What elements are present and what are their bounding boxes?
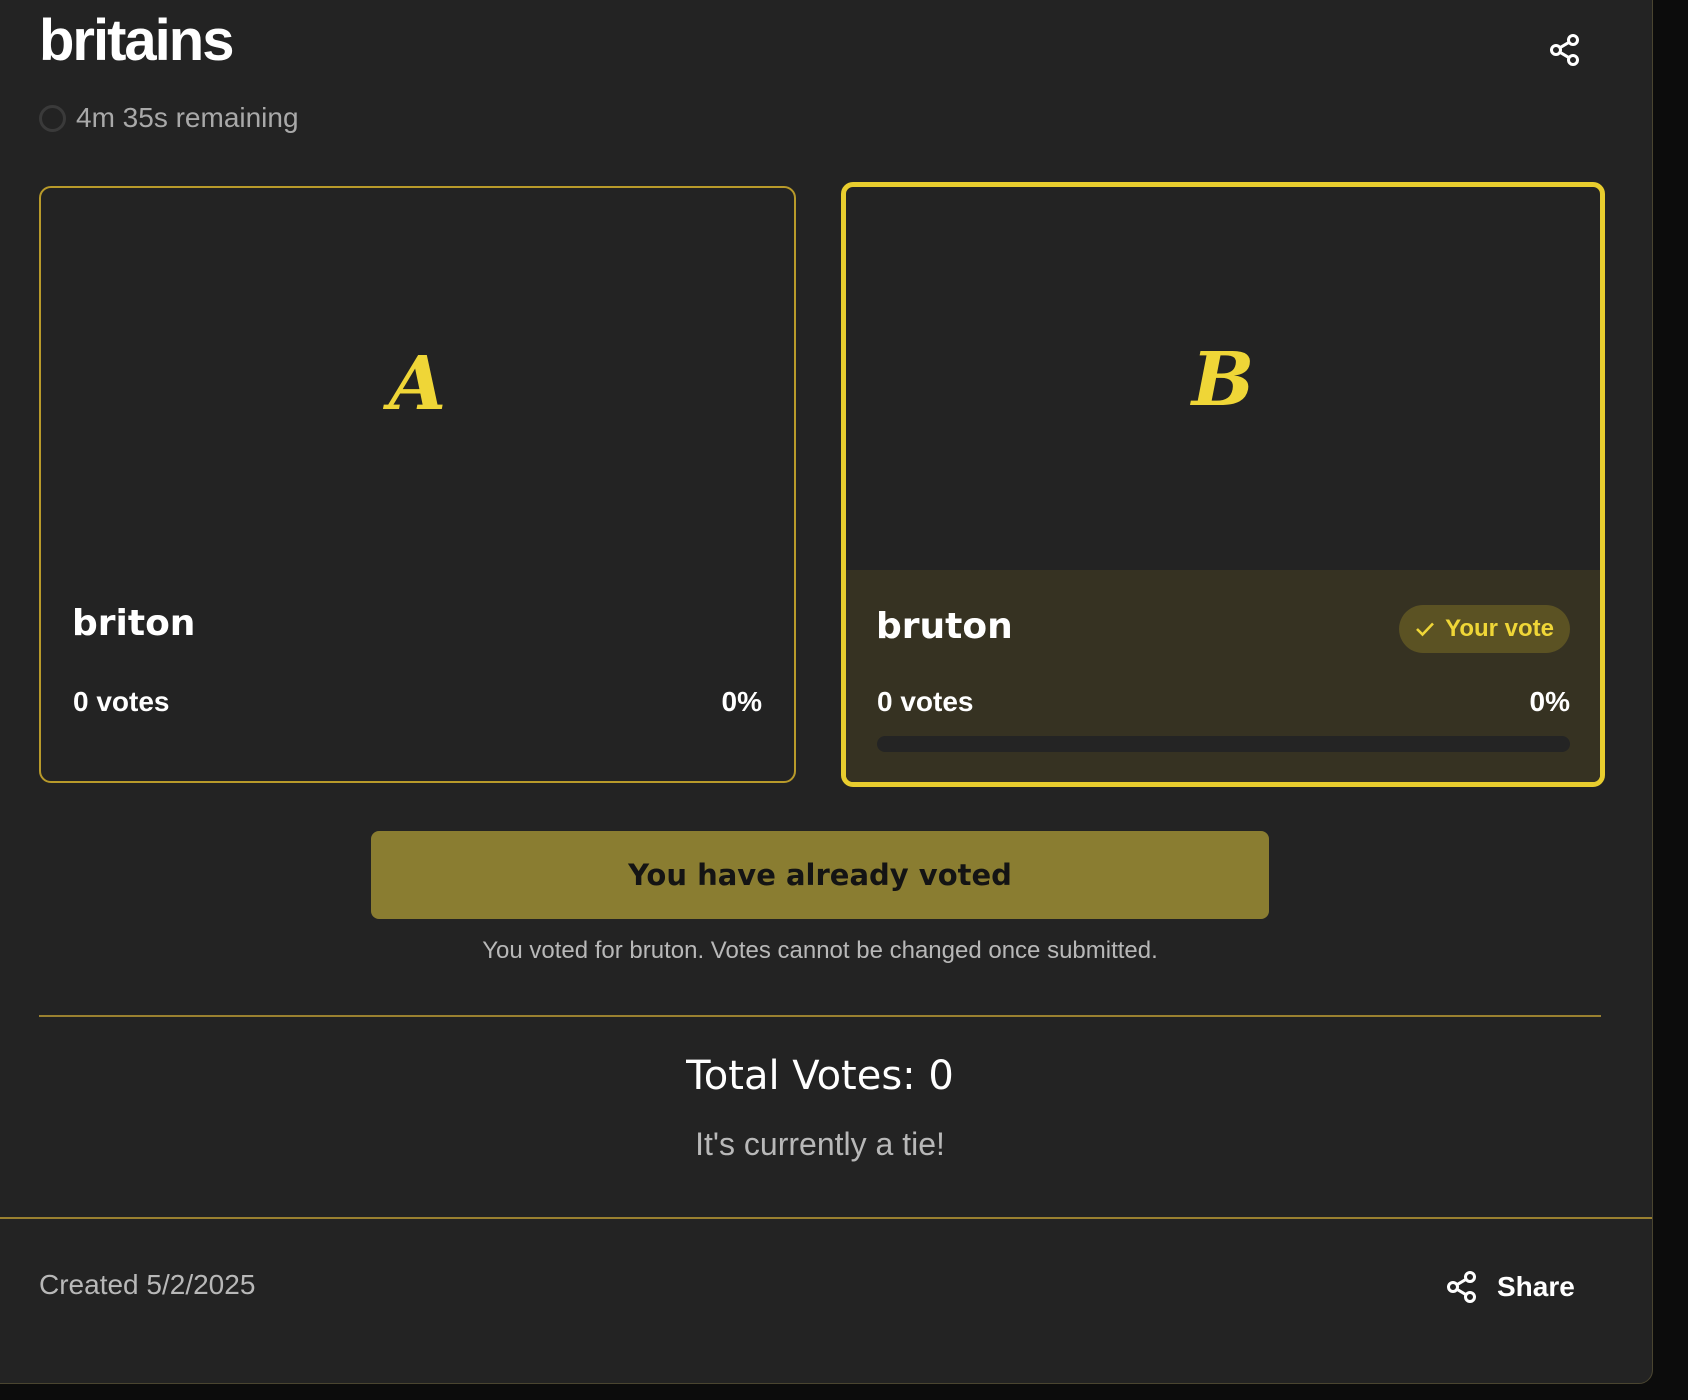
share-icon (1550, 34, 1579, 66)
option-card-a[interactable]: A briton 0 votes 0% (39, 186, 796, 783)
already-voted-button[interactable]: You have already voted (371, 831, 1269, 919)
countdown: 4m 35s remaining (39, 100, 299, 136)
option-vote-count: 0 votes (73, 686, 170, 717)
option-letter: B (1191, 336, 1255, 423)
result-summary: It's currently a tie! (695, 1126, 945, 1162)
poll-panel: britains 4m 35s remaining A briton 0 vot… (0, 0, 1653, 1384)
footer-divider (0, 1217, 1652, 1219)
divider (39, 1015, 1601, 1017)
poll-title: britains (39, 8, 234, 73)
option-name: bruton (876, 606, 1013, 647)
vote-note: You voted for bruton. Votes cannot be ch… (482, 937, 1158, 964)
created-date: Created 5/2/2025 (39, 1269, 256, 1300)
badge-label: Your vote (1445, 615, 1554, 642)
timer-ring-icon (39, 104, 66, 132)
total-votes: Total Votes: 0 (686, 1053, 954, 1099)
option-letter: A (388, 341, 447, 427)
time-remaining: 4m 35s remaining (76, 102, 299, 133)
check-icon (1416, 622, 1435, 637)
share-button-top[interactable] (1544, 29, 1586, 71)
vote-progress-bar (877, 736, 1570, 752)
share-icon (1447, 1271, 1476, 1303)
your-vote-badge: Your vote (1399, 605, 1570, 653)
option-name: briton (72, 603, 196, 644)
option-card-b[interactable]: B bruton Your vote 0 votes 0% (841, 182, 1605, 787)
option-percent: 0% (721, 686, 762, 717)
option-vote-count: 0 votes (877, 686, 974, 717)
option-percent: 0% (1529, 686, 1570, 717)
option-details: bruton Your vote 0 votes 0% (846, 570, 1600, 782)
option-details: briton 0 votes 0% (41, 581, 794, 781)
share-button[interactable]: Share (1447, 1261, 1575, 1313)
share-label: Share (1497, 1271, 1575, 1302)
